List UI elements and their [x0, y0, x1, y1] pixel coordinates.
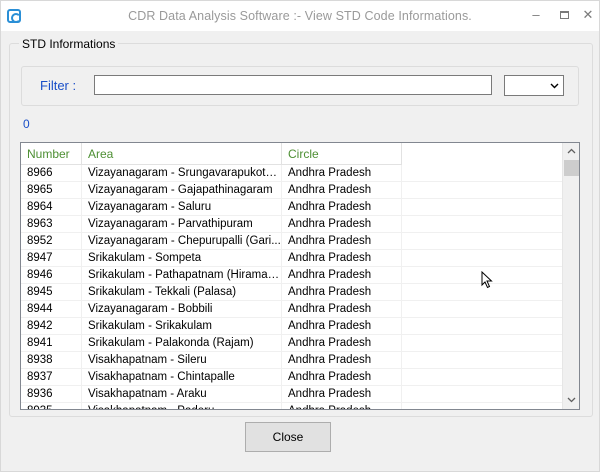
chevron-up-icon [567, 148, 576, 154]
cell-circle: Andhra Pradesh [282, 369, 402, 386]
cell-area: Vizayanagaram - Bobbili [82, 301, 282, 318]
filter-label: Filter : [40, 78, 77, 93]
cell-circle: Andhra Pradesh [282, 250, 402, 267]
cell-area: Srikakulam - Tekkali (Palasa) [82, 284, 282, 301]
scrollbar-thumb[interactable] [564, 160, 579, 176]
close-button[interactable]: Close [245, 422, 331, 452]
cell-area: Srikakulam - Srikakulam [82, 318, 282, 335]
cell-number: 8945 [21, 284, 82, 301]
table-row[interactable]: 8947 Srikakulam - Sompeta Andhra Pradesh [21, 250, 562, 267]
scroll-up-button[interactable] [563, 143, 579, 160]
cell-area: Vizayanagaram - Parvathipuram [82, 216, 282, 233]
table-row[interactable]: 8941 Srikakulam - Palakonda (Rajam) Andhra… [21, 335, 562, 352]
table-row[interactable]: 8964 Vizayanagaram - Saluru Andhra Pradesh [21, 199, 562, 216]
cell-number: 8952 [21, 233, 82, 250]
cell-area: Visakhapatnam - Sileru [82, 352, 282, 369]
cell-number: 8963 [21, 216, 82, 233]
chevron-down-icon [567, 397, 576, 403]
groupbox-title: STD Informations [19, 37, 119, 51]
cell-area: Vizayanagaram - Srungavarapukota... [82, 165, 282, 182]
cell-circle: Andhra Pradesh [282, 386, 402, 403]
cell-area: Vizayanagaram - Gajapathinagaram [82, 182, 282, 199]
cell-area: Srikakulam - Sompeta [82, 250, 282, 267]
minimize-button[interactable]: – [525, 5, 547, 25]
cell-circle: Andhra Pradesh [282, 182, 402, 199]
close-window-button[interactable]: ✕ [577, 5, 599, 25]
cell-area: Visakhapatnam - Chintapalle [82, 369, 282, 386]
cell-circle: Andhra Pradesh [282, 233, 402, 250]
cell-area: Srikakulam - Palakonda (Rajam) [82, 335, 282, 352]
maximize-button[interactable] [553, 5, 575, 25]
cell-circle: Andhra Pradesh [282, 165, 402, 182]
mouse-cursor-icon [481, 271, 493, 289]
cell-circle: Andhra Pradesh [282, 216, 402, 233]
cell-number: 8936 [21, 386, 82, 403]
table-row[interactable]: 8963 Vizayanagaram - Parvathipuram Andhra … [21, 216, 562, 233]
cell-circle: Andhra Pradesh [282, 352, 402, 369]
column-header-circle[interactable]: Circle [282, 143, 402, 165]
vertical-scrollbar[interactable] [562, 143, 579, 409]
filter-input[interactable] [94, 75, 492, 95]
cell-circle: Andhra Pradesh [282, 199, 402, 216]
std-code-grid[interactable]: Number Area Circle 8966 Vizayanagaram - S… [20, 142, 580, 410]
scroll-down-button[interactable] [563, 392, 579, 409]
cell-number: 8938 [21, 352, 82, 369]
cell-circle: Andhra Pradesh [282, 301, 402, 318]
cell-number: 8935 [21, 403, 82, 409]
title-bar[interactable]: CDR Data Analysis Software :- View STD C… [1, 1, 599, 31]
cell-number: 8947 [21, 250, 82, 267]
cell-number: 8944 [21, 301, 82, 318]
cell-area: Vizayanagaram - Saluru [82, 199, 282, 216]
table-row[interactable]: 8937 Visakhapatnam - Chintapalle Andhra Pr… [21, 369, 562, 386]
cell-circle: Andhra Pradesh [282, 267, 402, 284]
chevron-down-icon [550, 83, 559, 89]
table-row[interactable]: 8936 Visakhapatnam - Araku Andhra Pradesh [21, 386, 562, 403]
table-row[interactable]: 8938 Visakhapatnam - Sileru Andhra Pradesh [21, 352, 562, 369]
filter-dropdown[interactable] [504, 75, 564, 96]
record-count: 0 [23, 117, 30, 131]
table-row[interactable]: 8952 Vizayanagaram - Chepurupalli (Gari..… [21, 233, 562, 250]
table-row[interactable]: 8935Visakhapatnam - PaderuAndhra Pradesh [21, 403, 562, 409]
cell-number: 8941 [21, 335, 82, 352]
grid-header: Number Area Circle [21, 143, 562, 165]
cell-number: 8937 [21, 369, 82, 386]
cell-circle: Andhra Pradesh [282, 403, 402, 409]
cell-circle: Andhra Pradesh [282, 335, 402, 352]
cell-number: 8942 [21, 318, 82, 335]
table-row[interactable]: 8942 Srikakulam - Srikakulam Andhra Prades… [21, 318, 562, 335]
window-title: CDR Data Analysis Software :- View STD C… [128, 9, 472, 23]
std-info-window: CDR Data Analysis Software :- View STD C… [0, 0, 600, 472]
cell-circle: Andhra Pradesh [282, 284, 402, 301]
maximize-icon [559, 11, 569, 19]
table-row[interactable]: 8965 Vizayanagaram - Gajapathinagaram Andh… [21, 182, 562, 199]
table-row[interactable]: 8944 Vizayanagaram - Bobbili Andhra Prades… [21, 301, 562, 318]
cell-number: 8964 [21, 199, 82, 216]
cell-number: 8965 [21, 182, 82, 199]
cell-circle: Andhra Pradesh [282, 318, 402, 335]
column-header-area[interactable]: Area [82, 143, 282, 165]
table-row[interactable]: 8966 Vizayanagaram - Srungavarapukota... A… [21, 165, 562, 182]
cell-area: Vizayanagaram - Chepurupalli (Gari... [82, 233, 282, 250]
column-header-number[interactable]: Number [21, 143, 82, 165]
cell-area: Visakhapatnam - Araku [82, 386, 282, 403]
cell-area: Visakhapatnam - Paderu [82, 403, 282, 409]
cell-area: Srikakulam - Pathapatnam (Hiraman... [82, 267, 282, 284]
cell-number: 8946 [21, 267, 82, 284]
cell-number: 8966 [21, 165, 82, 182]
